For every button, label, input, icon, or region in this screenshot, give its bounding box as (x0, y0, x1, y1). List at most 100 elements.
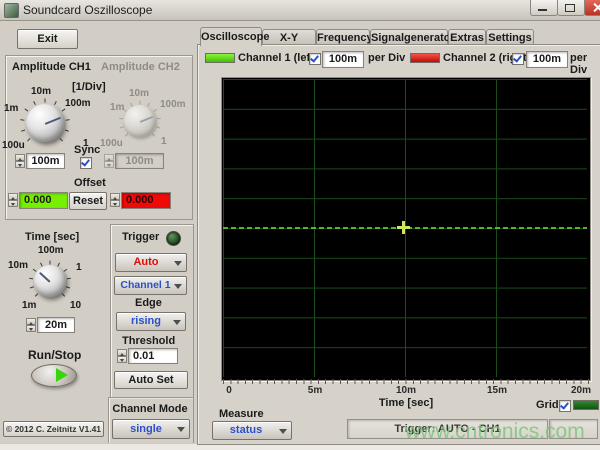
decrement-icon[interactable] (26, 325, 36, 332)
channel2-per-div-value[interactable]: 100m (526, 51, 568, 68)
minimize-icon (538, 9, 547, 11)
trigger-edge-dropdown[interactable]: rising (116, 312, 186, 331)
amplitude-ch2-knob[interactable] (124, 105, 156, 137)
offset-ch2-value[interactable]: 0.000 (121, 192, 171, 209)
minimize-button[interactable] (530, 0, 558, 16)
measure-label: Measure (219, 408, 264, 420)
decrement-icon[interactable] (8, 200, 18, 207)
offset-label: Offset (74, 177, 106, 189)
scope-grid (223, 79, 587, 377)
trigger-led-indicator (166, 231, 181, 246)
increment-icon[interactable] (8, 193, 18, 200)
channel-mode-label: Channel Mode (108, 403, 192, 415)
dropdown-arrow-icon (174, 284, 182, 293)
decrement-icon[interactable] (110, 200, 120, 207)
trigger-title: Trigger (122, 231, 159, 243)
x-tick-label: 10m (391, 385, 421, 396)
copyright-label: © 2012 C. Zeitnitz V1.41 (3, 421, 104, 437)
watermark: www.cntronics.com (405, 420, 600, 444)
x-axis-minor-ticks (223, 379, 589, 384)
knob-scale-label: 100m (160, 99, 186, 110)
exit-button[interactable]: Exit (17, 29, 78, 49)
knob-scale-label: 100m (38, 245, 64, 256)
amplitude-ch2-value[interactable]: 100m (115, 153, 164, 169)
amplitude-ch1-value[interactable]: 100m (26, 153, 65, 169)
increment-icon[interactable] (117, 349, 127, 356)
x-axis-label: Time [sec] (356, 397, 456, 409)
amplitude-ch2-spinner (104, 154, 114, 168)
increment-icon[interactable] (26, 318, 36, 325)
dropdown-arrow-icon (177, 427, 185, 436)
tab-oscilloscope[interactable]: Oscilloscope (200, 27, 262, 46)
trigger-edge-value: rising (131, 315, 171, 327)
title-bar: Soundcard Oszilloscope (0, 0, 600, 21)
offset-reset-button[interactable]: Reset (69, 192, 107, 210)
time-title: Time [sec] (25, 231, 79, 243)
knob-needle (45, 117, 62, 125)
trigger-mode-dropdown[interactable]: Auto (115, 253, 187, 272)
auto-set-button[interactable]: Auto Set (114, 371, 188, 389)
sync-checkbox[interactable] (80, 157, 92, 169)
app-icon (4, 3, 19, 18)
x-tick-label: 20m (566, 385, 596, 396)
increment-icon[interactable] (15, 154, 25, 161)
threshold-label: Threshold (122, 335, 175, 347)
x-tick-label: 15m (482, 385, 512, 396)
run-stop-label: Run/Stop (28, 348, 81, 362)
decrement-icon[interactable] (104, 161, 114, 168)
knob-scale-label: 1 (161, 136, 167, 147)
measure-dropdown[interactable]: status (212, 421, 292, 440)
trigger-mode-value: Auto (133, 256, 168, 268)
knob-scale-label: 10m (129, 88, 149, 99)
dropdown-arrow-icon (279, 429, 287, 438)
time-value[interactable]: 20m (37, 317, 75, 333)
grid-label: Grid (536, 399, 559, 411)
cursor-crosshair[interactable] (397, 221, 410, 234)
knob-scale-label: 10 (70, 300, 81, 311)
knob-scale-label: 1 (76, 262, 82, 273)
amplitude-ch1-knob[interactable] (26, 104, 64, 142)
increment-icon[interactable] (110, 193, 120, 200)
per-div-label: per Div (368, 52, 405, 64)
dropdown-arrow-icon (174, 261, 182, 270)
threshold-value[interactable]: 0.01 (128, 348, 178, 364)
knob-needle (140, 116, 154, 123)
knob-scale-label: 100u (100, 138, 123, 149)
amplitude-ch1-title: Amplitude CH1 (12, 61, 91, 73)
dropdown-arrow-icon (173, 320, 181, 329)
scope-display[interactable] (221, 77, 591, 381)
trigger-source-dropdown[interactable]: Channel 1 (114, 276, 187, 295)
knob-scale-label: 100u (2, 140, 25, 151)
amplitude-ch1-spinner (15, 154, 25, 168)
offset-ch1-value[interactable]: 0.000 (19, 192, 68, 209)
channel-mode-value: single (130, 423, 172, 435)
close-button[interactable] (584, 0, 600, 16)
channel1-label: Channel 1 (left) (238, 52, 317, 64)
decrement-icon[interactable] (15, 161, 25, 168)
increment-icon[interactable] (104, 154, 114, 161)
play-icon (56, 368, 68, 382)
channel2-color-swatch (410, 53, 440, 63)
channel1-per-div-value[interactable]: 100m (322, 51, 364, 68)
channel2-checkbox[interactable] (512, 53, 524, 65)
run-stop-button[interactable] (31, 364, 77, 387)
decrement-icon[interactable] (117, 356, 127, 363)
knob-scale-label: 100m (65, 98, 91, 109)
knob-scale-label: 1m (22, 300, 36, 311)
amplitude-unit-label: [1/Div] (72, 81, 106, 93)
knob-needle (39, 272, 51, 283)
maximize-button[interactable] (557, 0, 585, 16)
knob-scale-label: 10m (31, 86, 51, 97)
time-spinner (26, 318, 36, 332)
sync-label: Sync (74, 144, 100, 156)
measure-value: status (230, 424, 274, 436)
grid-checkbox[interactable] (559, 400, 571, 412)
threshold-spinner (117, 349, 127, 363)
maximize-icon (565, 4, 575, 12)
channel1-checkbox[interactable] (309, 53, 321, 65)
x-tick-label: 0 (214, 385, 244, 396)
amplitude-ch2-title: Amplitude CH2 (101, 61, 180, 73)
time-knob[interactable] (34, 265, 66, 297)
channel-mode-dropdown[interactable]: single (112, 419, 190, 439)
app-window: Soundcard Oszilloscope Exit Amplitude CH… (0, 0, 600, 450)
